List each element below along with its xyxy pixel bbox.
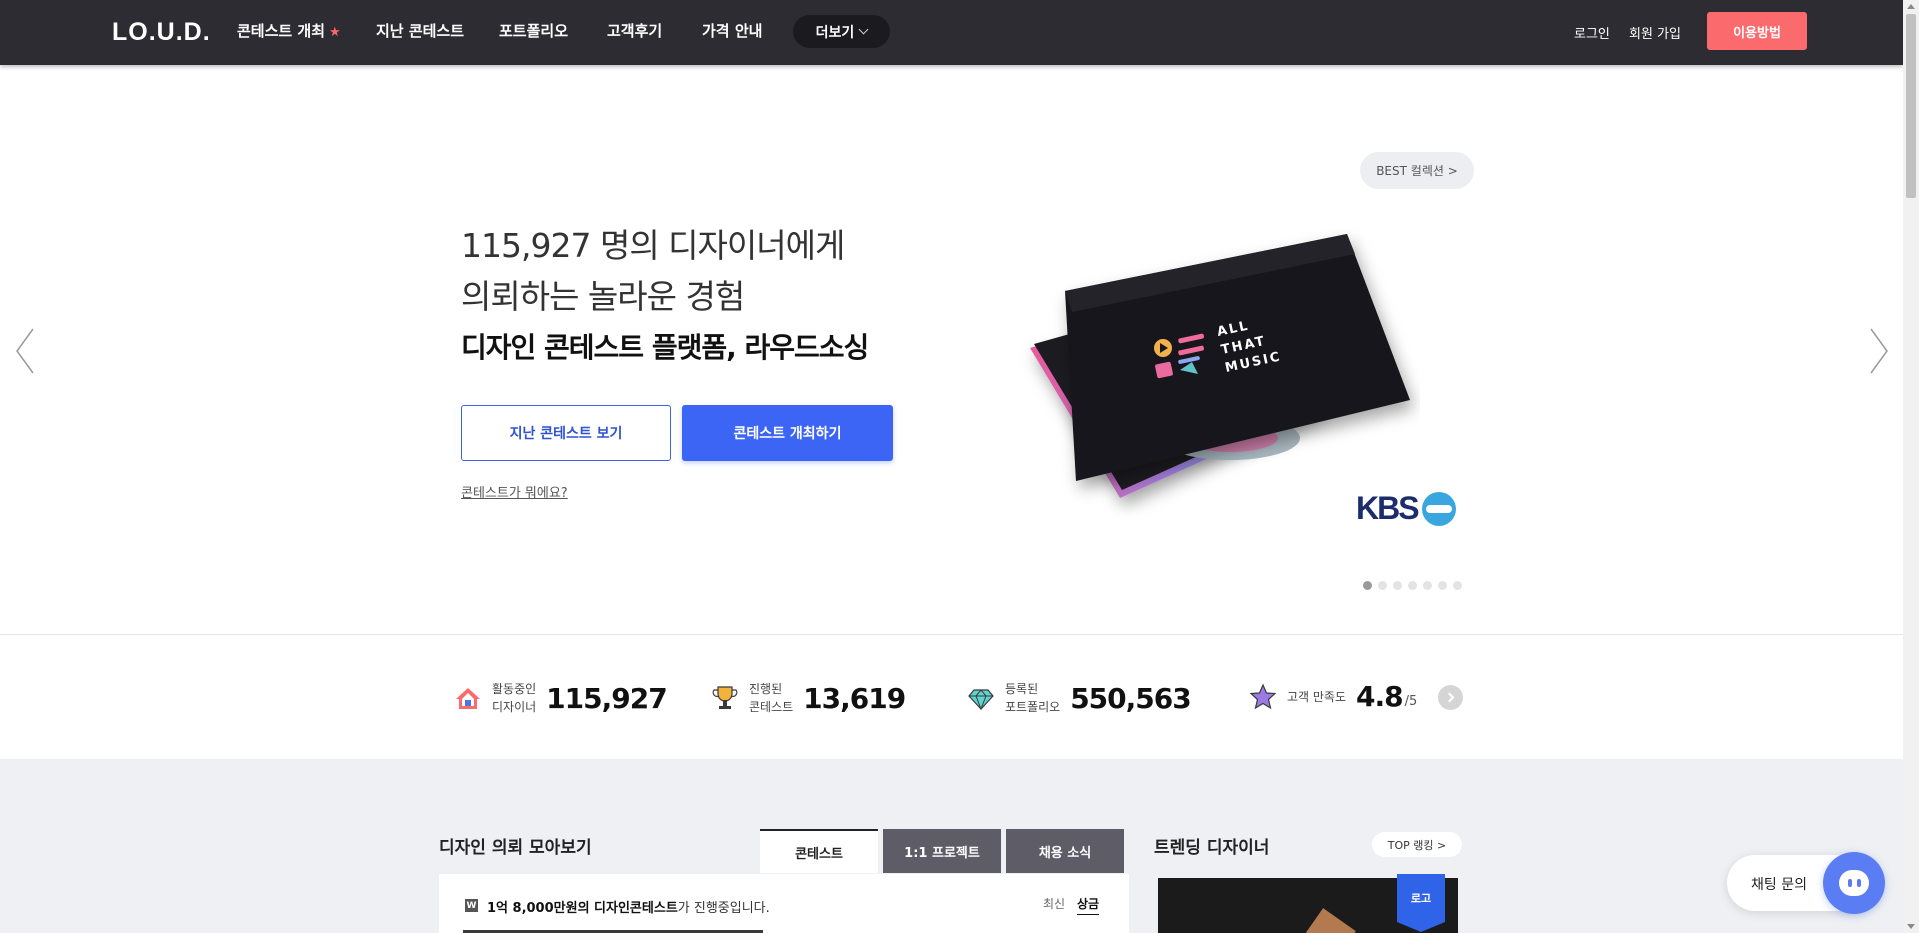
- trending-section-title: 트렌딩 디자이너: [1154, 838, 1270, 858]
- nav-host-contest-label: 콘테스트 개최: [237, 22, 326, 40]
- stat-satisfaction: 고객 만족도 4.8 /5: [1249, 680, 1417, 713]
- nav-pricing[interactable]: 가격 안내: [702, 20, 762, 41]
- best-collection-button[interactable]: BEST 컬렉션 >: [1360, 152, 1474, 189]
- more-label: 더보기: [815, 24, 855, 41]
- stat-portfolios: 등록된 포트폴리오 550,563: [967, 680, 1192, 716]
- kbs-logo-text: KBS: [1356, 490, 1420, 526]
- next-slide-arrow-icon[interactable]: [1863, 327, 1891, 375]
- sort-prize[interactable]: 상금: [1077, 895, 1100, 915]
- login-link[interactable]: 로그인: [1574, 23, 1610, 42]
- contest-list-panel: W 1억 8,000만원의 디자인콘테스트가 진행중입니다. 최신 상금: [439, 874, 1129, 933]
- kbs-logo-icon: [1421, 491, 1456, 526]
- tab-contest[interactable]: 콘테스트: [760, 829, 878, 873]
- stat-suffix: /5: [1404, 694, 1418, 709]
- house-icon: [456, 688, 480, 709]
- stat-label: 등록된 포트폴리오: [1005, 682, 1061, 714]
- scroll-down-arrow-icon[interactable]: [1907, 924, 1915, 929]
- slide-dot[interactable]: [1453, 581, 1462, 590]
- view-past-contests-button[interactable]: 지난 콘테스트 보기: [461, 405, 671, 461]
- more-menu-button[interactable]: 더보기: [793, 15, 890, 48]
- stat-value: 115,927: [546, 681, 668, 715]
- usage-guide-button[interactable]: 이용방법: [1707, 12, 1807, 50]
- hero-divider: [0, 634, 1903, 635]
- stat-contests: 진행된 콘테스트 13,619: [711, 680, 906, 716]
- nav-past-contests[interactable]: 지난 콘테스트: [376, 20, 464, 41]
- stats-next-button[interactable]: [1438, 685, 1463, 710]
- page-scrollbar[interactable]: [1903, 0, 1919, 933]
- kbs-client-logo: KBS: [1356, 490, 1456, 527]
- scroll-thumb[interactable]: [1906, 14, 1916, 198]
- w-badge-icon: W: [465, 899, 478, 912]
- trophy-icon: [712, 686, 738, 709]
- stat-label: 활동중인 디자이너: [492, 682, 537, 714]
- hero-headline-line2: 의뢰하는 놀라운 경험: [461, 277, 745, 316]
- stat-label: 진행된 콘테스트: [749, 682, 794, 714]
- prev-slide-arrow-icon[interactable]: [13, 327, 41, 375]
- album-cover-image: ALL THAT MUSIC: [1030, 234, 1410, 498]
- host-contest-button[interactable]: 콘테스트 개최하기: [682, 405, 893, 461]
- star-icon: [1249, 683, 1277, 709]
- nav-host-contest[interactable]: 콘테스트 개최 ★: [237, 20, 341, 41]
- category-tag: 로고: [1397, 874, 1445, 932]
- nav-reviews[interactable]: 고객후기: [607, 20, 662, 41]
- slide-dot[interactable]: [1423, 581, 1432, 590]
- slide-dot[interactable]: [1408, 581, 1417, 590]
- tab-project[interactable]: 1:1 프로젝트: [883, 829, 1001, 873]
- hero-headline-line1: 115,927 명의 디자이너에게: [461, 226, 845, 265]
- star-icon: ★: [329, 25, 341, 40]
- loud-logo[interactable]: LO.U.D.: [112, 18, 211, 47]
- requests-section-title: 디자인 의뢰 모아보기: [439, 838, 592, 858]
- slide-dot[interactable]: [1363, 581, 1372, 590]
- top-navigation-bar: LO.U.D. 콘테스트 개최 ★ 지난 콘테스트 포트폴리오 고객후기 가격 안…: [0, 0, 1903, 65]
- top-ranking-button[interactable]: TOP 랭킹 >: [1372, 832, 1462, 857]
- slide-dot[interactable]: [1393, 581, 1402, 590]
- stat-value: 4.8: [1356, 680, 1404, 713]
- slide-dot[interactable]: [1438, 581, 1447, 590]
- sort-latest[interactable]: 최신: [1043, 895, 1065, 912]
- stat-value: 550,563: [1070, 681, 1192, 715]
- slide-dot[interactable]: [1378, 581, 1387, 590]
- diamond-icon: [968, 689, 994, 711]
- contest-summary: 1억 8,000만원의 디자인콘테스트가 진행중입니다.: [487, 901, 770, 916]
- chat-icon[interactable]: [1823, 852, 1885, 914]
- chevron-down-icon: [858, 24, 869, 35]
- nav-portfolio[interactable]: 포트폴리오: [499, 20, 568, 41]
- chevron-right-icon: [1444, 692, 1454, 703]
- stat-label: 고객 만족도: [1287, 689, 1347, 704]
- stat-value: 13,619: [803, 681, 906, 715]
- stat-active-designers: 활동중인 디자이너 115,927: [454, 680, 668, 716]
- what-is-contest-link[interactable]: 콘테스트가 뭐에요?: [461, 482, 568, 501]
- hero-tagline: 디자인 콘테스트 플랫폼, 라우드소싱: [461, 331, 869, 364]
- chat-label: 채팅 문의: [1751, 877, 1807, 893]
- scroll-up-arrow-icon[interactable]: [1907, 4, 1915, 9]
- slide-indicator: [1363, 581, 1462, 590]
- tab-jobs[interactable]: 채용 소식: [1006, 829, 1124, 873]
- signup-link[interactable]: 회원 가입: [1629, 23, 1681, 42]
